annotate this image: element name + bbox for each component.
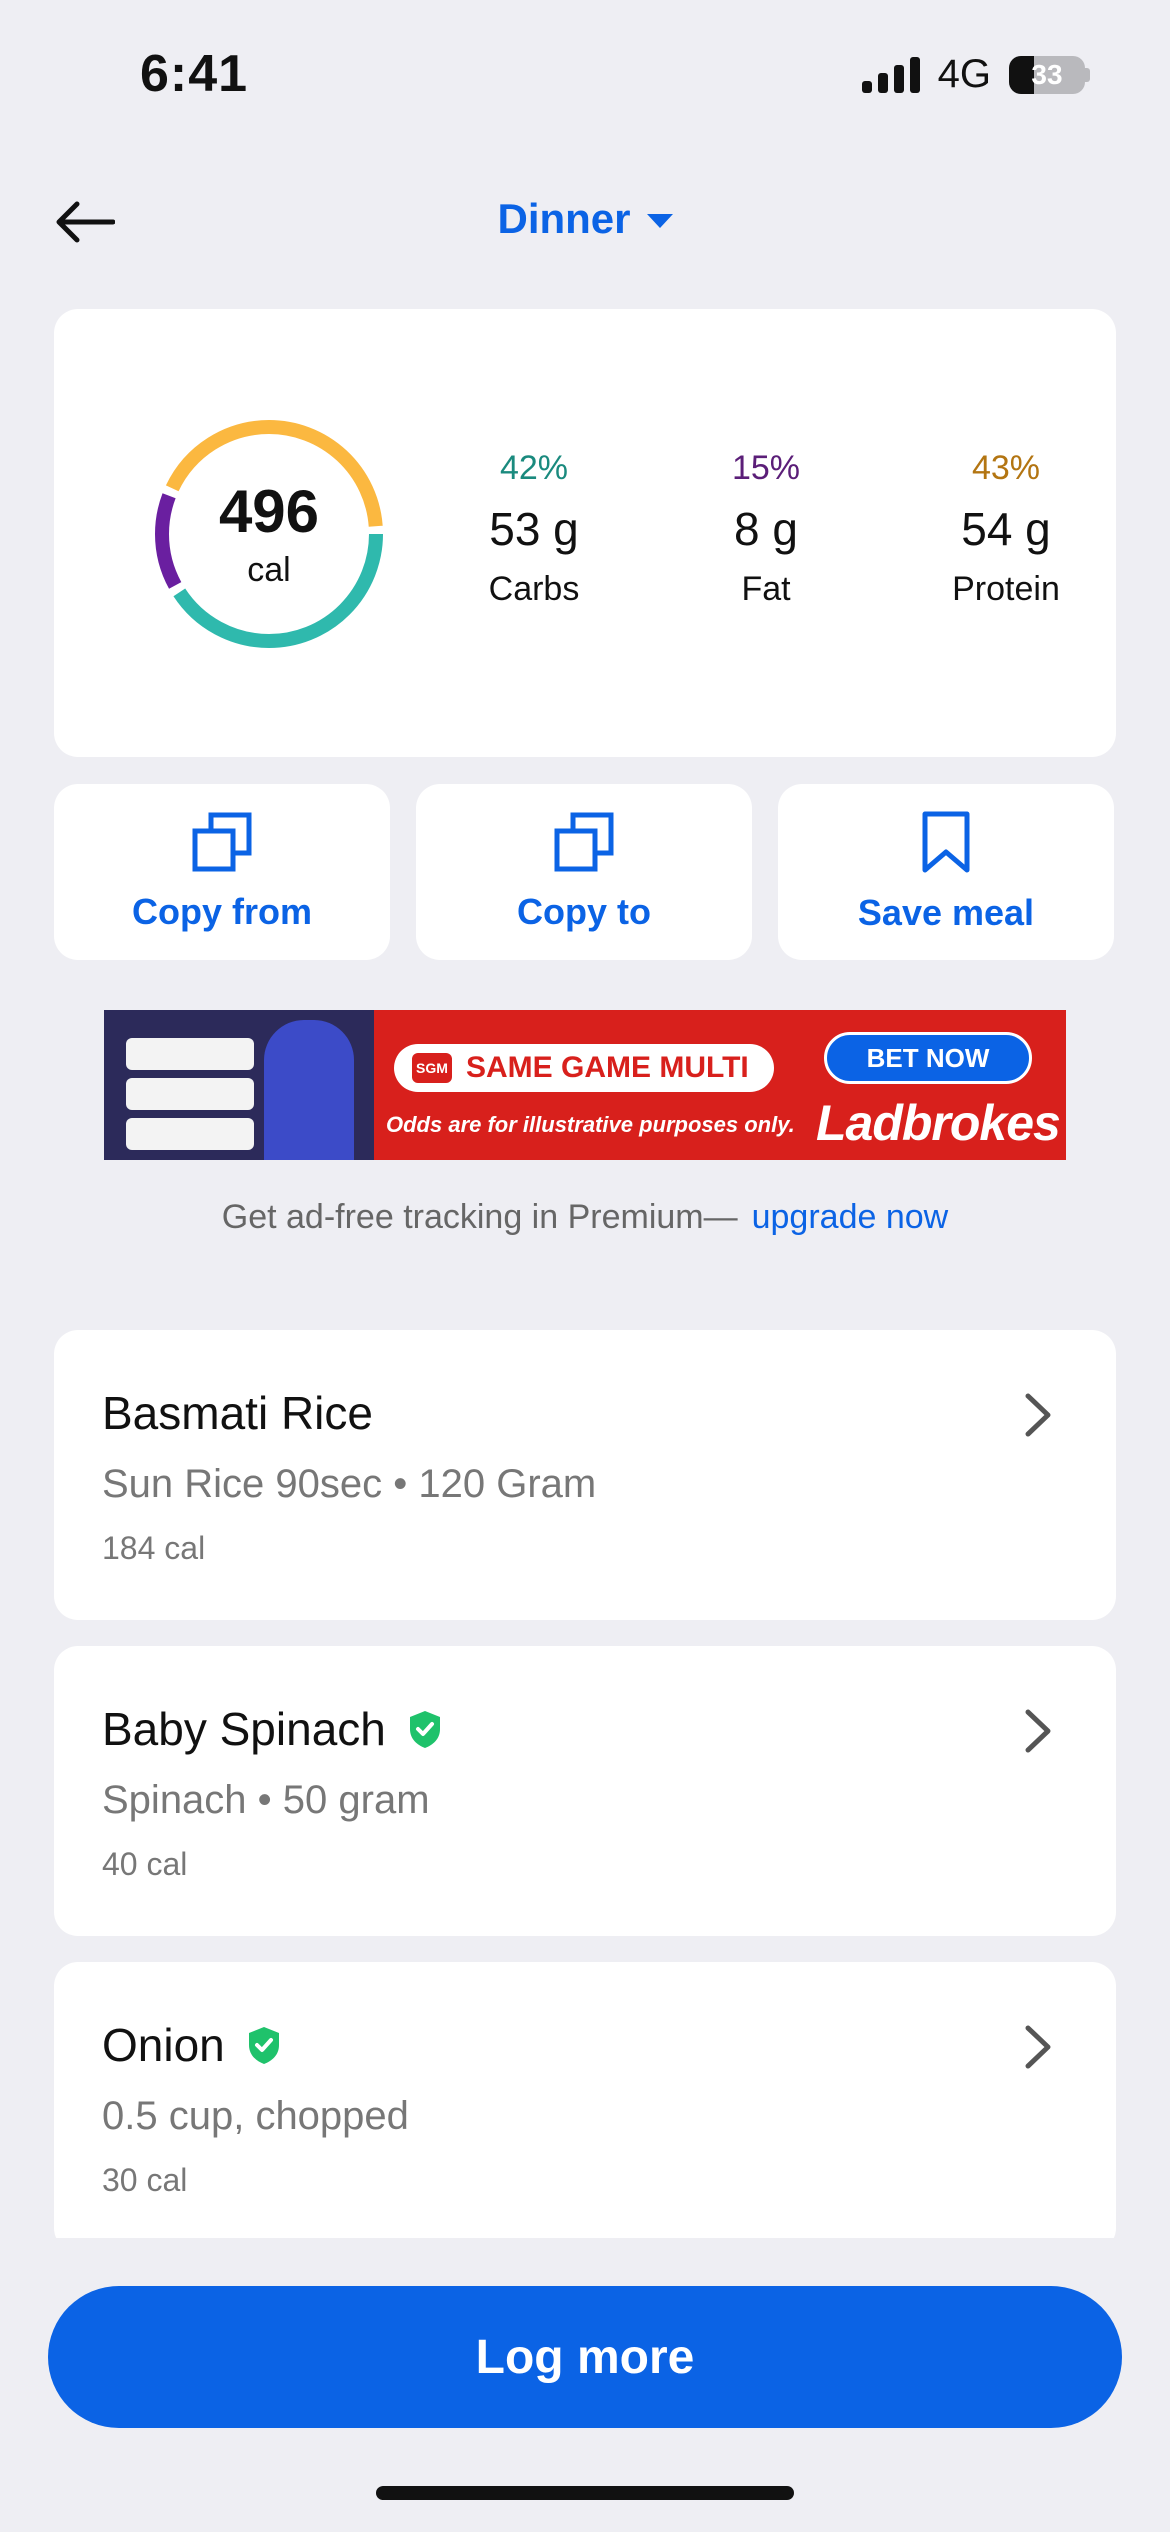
macro-fat: 15% 8 g Fat bbox=[666, 449, 866, 609]
ad-banner[interactable]: SGM SAME GAME MULTI Odds are for illustr… bbox=[104, 1010, 1066, 1160]
copy-icon bbox=[554, 812, 614, 872]
food-calories: 184 cal bbox=[102, 1530, 206, 1566]
macro-protein-percent: 43% bbox=[971, 449, 1041, 487]
macro-protein-amount: 54 g bbox=[961, 503, 1051, 555]
meal-selector[interactable]: Dinner bbox=[0, 195, 1170, 243]
food-list: Basmati Rice Sun Rice 90sec • 120 Gram 1… bbox=[0, 1300, 1170, 2238]
macro-carbs: 42% 53 g Carbs bbox=[434, 449, 634, 609]
macro-carbs-amount: 53 g bbox=[489, 503, 579, 555]
copy-from-button[interactable]: Copy from bbox=[54, 784, 390, 960]
food-item[interactable]: Basmati Rice Sun Rice 90sec • 120 Gram 1… bbox=[54, 1330, 1116, 1620]
status-time: 6:41 bbox=[140, 45, 249, 103]
calorie-unit: cal bbox=[247, 551, 291, 589]
network-type: 4G bbox=[937, 52, 991, 96]
log-more-button[interactable]: Log more bbox=[48, 2286, 1122, 2428]
battery-level: 33 bbox=[1031, 58, 1063, 90]
home-indicator bbox=[376, 2486, 794, 2500]
ad-disclaimer: Odds are for illustrative purposes only. bbox=[386, 1112, 795, 1137]
chevron-right-icon bbox=[1025, 1393, 1051, 1437]
copy-to-label: Copy to bbox=[517, 891, 651, 932]
bookmark-icon bbox=[922, 811, 970, 873]
premium-text: Get ad-free tracking in Premium— bbox=[221, 1198, 738, 1236]
copy-icon bbox=[192, 812, 252, 872]
macro-protein: 43% 54 g Protein bbox=[906, 449, 1106, 609]
status-indicators: 4G 33 bbox=[861, 52, 1090, 97]
food-detail: Sun Rice 90sec • 120 Gram bbox=[102, 1462, 597, 1506]
signal-icon bbox=[861, 56, 920, 93]
copy-from-label: Copy from bbox=[132, 891, 312, 932]
meal-selector-label: Dinner bbox=[497, 195, 631, 242]
calorie-total: 496 bbox=[218, 478, 320, 545]
food-item[interactable]: Baby Spinach Spinach • 50 gram 40 cal bbox=[54, 1646, 1116, 1936]
chevron-right-icon bbox=[1025, 2025, 1051, 2069]
macro-carbs-label: Carbs bbox=[488, 570, 580, 608]
food-name: Basmati Rice bbox=[102, 1387, 373, 1439]
verified-shield-icon bbox=[409, 1711, 440, 1748]
macro-carbs-percent: 42% bbox=[499, 449, 569, 487]
ad-headline-pill: SGM SAME GAME MULTI bbox=[394, 1044, 774, 1092]
macro-fat-percent: 15% bbox=[731, 449, 801, 487]
food-item[interactable]: Onion 0.5 cup, chopped 30 cal bbox=[54, 1962, 1116, 2238]
food-calories: 30 cal bbox=[102, 2162, 188, 2198]
chevron-right-icon bbox=[1025, 1709, 1051, 1753]
nutrition-summary-card: 496 cal 42% 53 g Carbs 15% 8 g Fat 43% 5… bbox=[54, 309, 1116, 757]
macro-fat-label: Fat bbox=[741, 570, 791, 608]
food-detail: 0.5 cup, chopped bbox=[102, 2094, 409, 2138]
ad-image bbox=[104, 1010, 374, 1160]
food-name: Baby Spinach bbox=[102, 1703, 386, 1755]
sgm-logo: SGM bbox=[412, 1053, 452, 1083]
food-calories: 40 cal bbox=[102, 1846, 188, 1882]
battery-icon: 33 bbox=[1009, 55, 1085, 94]
copy-to-button[interactable]: Copy to bbox=[416, 784, 752, 960]
premium-prompt: Get ad-free tracking in Premium— upgrade … bbox=[0, 1198, 1170, 1237]
verified-shield-icon bbox=[248, 2027, 279, 2064]
ad-headline: SAME GAME MULTI bbox=[466, 1051, 749, 1084]
save-meal-label: Save meal bbox=[857, 892, 1035, 933]
food-name: Onion bbox=[102, 2019, 225, 2071]
food-detail: Spinach • 50 gram bbox=[102, 1778, 430, 1822]
macro-protein-label: Protein bbox=[952, 570, 1060, 608]
ad-cta-button[interactable]: BET NOW bbox=[824, 1032, 1032, 1084]
caret-down-icon bbox=[646, 214, 673, 228]
ad-brand-logo: Ladbrokes bbox=[816, 1095, 1061, 1151]
upgrade-link[interactable]: upgrade now bbox=[752, 1198, 949, 1236]
macro-fat-amount: 8 g bbox=[734, 503, 798, 555]
save-meal-button[interactable]: Save meal bbox=[778, 784, 1114, 960]
